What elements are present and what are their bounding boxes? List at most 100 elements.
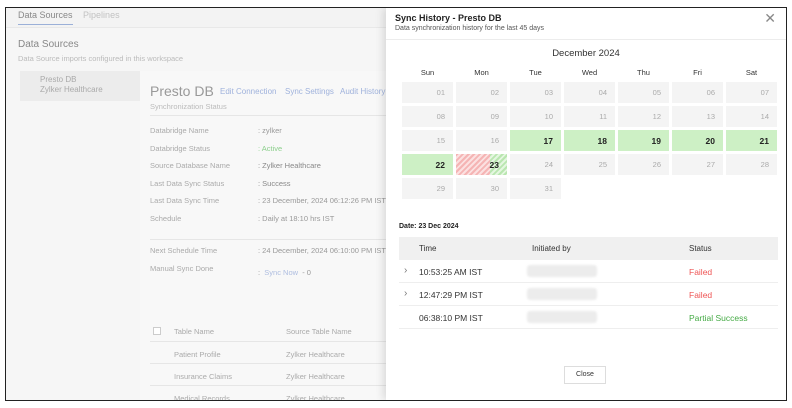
history-status: Failed bbox=[689, 290, 713, 300]
page-subtitle: Data Source imports configured in this w… bbox=[18, 54, 184, 63]
panel-header: Sync History - Presto DB Data synchroniz… bbox=[386, 8, 786, 40]
calendar-day[interactable]: 02 bbox=[456, 82, 507, 103]
calendar-day[interactable]: 03 bbox=[510, 82, 561, 103]
day-number: 24 bbox=[544, 160, 553, 169]
divider bbox=[150, 239, 410, 240]
col-time: Time bbox=[419, 244, 437, 253]
chevron-right-icon[interactable]: › bbox=[404, 288, 407, 299]
initiated-by-redacted bbox=[527, 311, 597, 323]
calendar-day[interactable]: 19 bbox=[618, 130, 669, 151]
day-number: 27 bbox=[706, 160, 715, 169]
day-number: 20 bbox=[705, 136, 715, 146]
day-number: 23 bbox=[489, 160, 499, 170]
history-row[interactable]: › 12:47:29 PM IST Failed bbox=[399, 283, 778, 306]
table-cell: Zylker Healthcare bbox=[286, 350, 345, 359]
day-number: 17 bbox=[543, 136, 553, 146]
calendar-day[interactable]: 24 bbox=[510, 154, 561, 175]
calendar-day[interactable]: 05 bbox=[618, 82, 669, 103]
day-number: 12 bbox=[652, 112, 661, 121]
day-number: 04 bbox=[598, 88, 607, 97]
field-label: Source Database Name bbox=[150, 161, 231, 170]
calendar-day[interactable]: 12 bbox=[618, 106, 669, 127]
source-detail: Presto DB Edit Connection Sync Settings … bbox=[140, 71, 410, 401]
history-time: 06:38:10 PM IST bbox=[419, 313, 483, 323]
field-value: : Zylker Healthcare bbox=[258, 161, 321, 170]
calendar-day[interactable]: 04 bbox=[564, 82, 615, 103]
select-all-checkbox[interactable] bbox=[153, 327, 161, 335]
panel-subtitle: Data synchronization history for the las… bbox=[395, 25, 545, 32]
history-time: 12:47:29 PM IST bbox=[419, 290, 483, 300]
day-number: 30 bbox=[490, 184, 499, 193]
calendar-day[interactable]: 09 bbox=[456, 106, 507, 127]
calendar-day[interactable]: 08 bbox=[402, 106, 453, 127]
day-number: 21 bbox=[759, 136, 769, 146]
close-icon[interactable]: ✕ bbox=[764, 10, 776, 27]
divider bbox=[150, 115, 410, 116]
day-number: 09 bbox=[490, 112, 499, 121]
day-number: 29 bbox=[436, 184, 445, 193]
calendar-day[interactable]: 15 bbox=[402, 130, 453, 151]
field-value: : Active bbox=[258, 143, 283, 153]
col-source-table-name: Source Table Name bbox=[286, 327, 352, 336]
field-label: Manual Sync Done bbox=[150, 264, 214, 273]
field-label: Databridge Name bbox=[150, 126, 209, 135]
source-list-item[interactable]: Presto DB Zylker Healthcare bbox=[20, 71, 140, 101]
field-value: : 24 December, 2024 06:10:00 PM IST bbox=[258, 246, 386, 255]
col-initiated-by: Initiated by bbox=[532, 244, 571, 253]
divider bbox=[150, 341, 410, 342]
table-cell: Insurance Claims bbox=[174, 372, 232, 381]
weekday-label: Wed bbox=[581, 68, 598, 77]
source-org: Zylker Healthcare bbox=[40, 85, 103, 94]
edit-connection-link[interactable]: Edit Connection bbox=[220, 87, 276, 96]
day-number: 28 bbox=[760, 160, 769, 169]
table-cell: Zylker Healthcare bbox=[286, 394, 345, 401]
calendar-day[interactable]: 31 bbox=[510, 178, 561, 199]
day-number: 18 bbox=[597, 136, 607, 146]
day-number: 13 bbox=[706, 112, 715, 121]
calendar-day[interactable]: 20 bbox=[672, 130, 723, 151]
calendar-day[interactable]: 28 bbox=[726, 154, 777, 175]
history-status: Failed bbox=[689, 267, 713, 277]
calendar-day[interactable]: 30 bbox=[456, 178, 507, 199]
detail-subtitle: Synchronization Status bbox=[150, 102, 227, 111]
day-number: 10 bbox=[544, 112, 553, 121]
weekday-label: Mon bbox=[474, 68, 489, 77]
calendar-day[interactable]: 18 bbox=[564, 130, 615, 151]
calendar-day[interactable]: 14 bbox=[726, 106, 777, 127]
day-number: 02 bbox=[490, 88, 499, 97]
day-number: 05 bbox=[652, 88, 661, 97]
initiated-by-redacted bbox=[527, 288, 597, 300]
calendar-day[interactable]: 13 bbox=[672, 106, 723, 127]
day-number: 03 bbox=[544, 88, 553, 97]
calendar-month: December 2024 bbox=[552, 48, 620, 59]
calendar-day[interactable]: 23 bbox=[456, 154, 507, 175]
calendar-day[interactable]: 11 bbox=[564, 106, 615, 127]
close-button[interactable]: Close bbox=[564, 366, 606, 384]
calendar-day[interactable]: 07 bbox=[726, 82, 777, 103]
calendar-day[interactable]: 10 bbox=[510, 106, 561, 127]
calendar-day[interactable]: 16 bbox=[456, 130, 507, 151]
day-number: 26 bbox=[652, 160, 661, 169]
calendar-day[interactable]: 06 bbox=[672, 82, 723, 103]
calendar-day[interactable]: 17 bbox=[510, 130, 561, 151]
calendar-day[interactable]: 22 bbox=[402, 154, 453, 175]
sync-settings-link[interactable]: Sync Settings bbox=[285, 87, 334, 96]
chevron-right-icon[interactable]: › bbox=[404, 265, 407, 276]
initiated-by-redacted bbox=[527, 265, 597, 277]
history-row[interactable]: › 10:53:25 AM IST Failed bbox=[399, 260, 778, 283]
tab-pipelines[interactable]: Pipelines bbox=[83, 10, 120, 24]
table-cell: Patient Profile bbox=[174, 350, 221, 359]
calendar-day[interactable]: 26 bbox=[618, 154, 669, 175]
tab-data-sources[interactable]: Data Sources bbox=[18, 10, 73, 25]
day-number: 25 bbox=[598, 160, 607, 169]
calendar-day[interactable]: 29 bbox=[402, 178, 453, 199]
history-row: 06:38:10 PM IST Partial Success bbox=[399, 306, 778, 329]
day-number: 15 bbox=[436, 136, 445, 145]
calendar-day[interactable]: 25 bbox=[564, 154, 615, 175]
calendar-day[interactable]: 21 bbox=[726, 130, 777, 151]
sync-now-link[interactable]: Sync Now bbox=[264, 268, 298, 277]
audit-history-link[interactable]: Audit History bbox=[340, 87, 385, 96]
calendar-day[interactable]: 01 bbox=[402, 82, 453, 103]
calendar-day[interactable]: 27 bbox=[672, 154, 723, 175]
day-number: 11 bbox=[599, 112, 607, 121]
